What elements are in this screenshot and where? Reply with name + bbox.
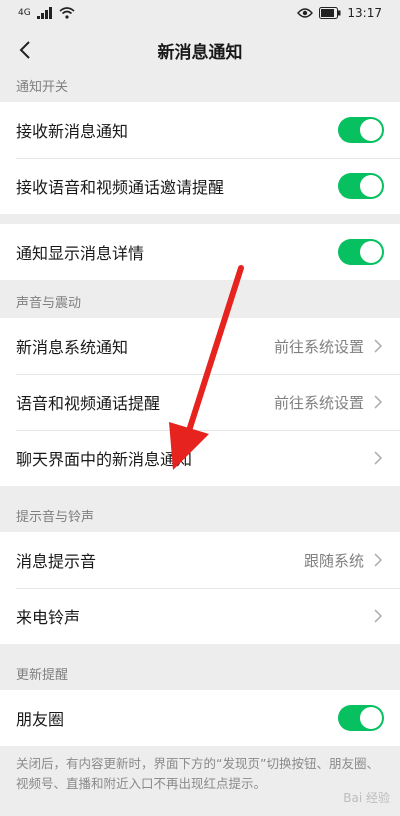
nav-bar: 新消息通知 [0,26,400,74]
row-value: 跟随系统 [303,551,364,570]
chevron-right-icon [374,451,383,465]
receive-call-invite-toggle[interactable] [338,173,384,199]
toggle-knob [360,175,382,197]
network-label: 4G [18,8,31,18]
row-message-tone[interactable]: 消息提示音 跟随系统 [0,532,400,588]
wifi-icon [59,7,75,19]
receive-new-message-toggle[interactable] [338,117,384,143]
row-label: 接收新消息通知 [16,122,129,141]
section-header-tones: 提示音与铃声 [16,510,95,525]
section-header-sound-vibration: 声音与震动 [16,296,82,311]
row-label: 接收语音和视频通话邀请提醒 [16,178,225,197]
row-label: 聊天界面中的新消息通知 [16,450,193,469]
row-label: 新消息系统通知 [16,338,129,357]
row-call-reminder[interactable]: 语音和视频通话提醒 前往系统设置 [0,374,400,430]
updates-note: 关闭后，有内容更新时，界面下方的“发现页”切换按钮、朋友圈、视频号、直播和附近入… [16,756,379,791]
row-value: 前往系统设置 [273,337,364,356]
group-sound-vibration: 新消息系统通知 前往系统设置 语音和视频通话提醒 前往系统设置 聊天界面中的新消… [0,318,400,486]
section-header-notify-switch: 通知开关 [16,80,69,95]
chevron-right-icon [374,609,383,623]
toggle-knob [360,119,382,141]
group-detail: 通知显示消息详情 [0,224,400,280]
row-label: 语音和视频通话提醒 [16,394,161,413]
show-details-toggle[interactable] [338,239,384,265]
chevron-right-icon [374,553,383,567]
moments-toggle[interactable] [338,705,384,731]
page-title: 新消息通知 [157,42,243,63]
section-header-updates: 更新提醒 [16,668,69,683]
battery-icon [319,7,341,19]
group-tones: 消息提示音 跟随系统 来电铃声 [0,532,400,644]
row-label: 朋友圈 [16,710,65,729]
row-value: 前往系统设置 [273,393,364,412]
status-bar: 4G 13:17 [0,0,400,26]
group-updates: 朋友圈 [0,690,400,746]
row-receive-new-message[interactable]: 接收新消息通知 [0,102,400,158]
toggle-knob [360,241,382,263]
row-label: 消息提示音 [16,552,97,571]
chevron-right-icon [374,339,383,353]
back-arrow-icon[interactable] [14,38,38,62]
row-receive-call-invite[interactable]: 接收语音和视频通话邀请提醒 [0,158,400,214]
eye-icon [297,8,314,18]
row-show-details[interactable]: 通知显示消息详情 [0,224,400,280]
row-system-notification[interactable]: 新消息系统通知 前往系统设置 [0,318,400,374]
status-time: 13:17 [347,6,382,20]
group-notify-switch: 接收新消息通知 接收语音和视频通话邀请提醒 [0,102,400,214]
watermark: Bai 经验 [343,791,390,805]
row-ringtone[interactable]: 来电铃声 [0,588,400,644]
row-label: 通知显示消息详情 [16,244,145,263]
signal-icon [36,7,52,19]
row-in-chat-notification[interactable]: 聊天界面中的新消息通知 [0,430,400,486]
toggle-knob [360,707,382,729]
chevron-right-icon [374,395,383,409]
row-label: 来电铃声 [16,608,81,627]
row-moments[interactable]: 朋友圈 [0,690,400,746]
